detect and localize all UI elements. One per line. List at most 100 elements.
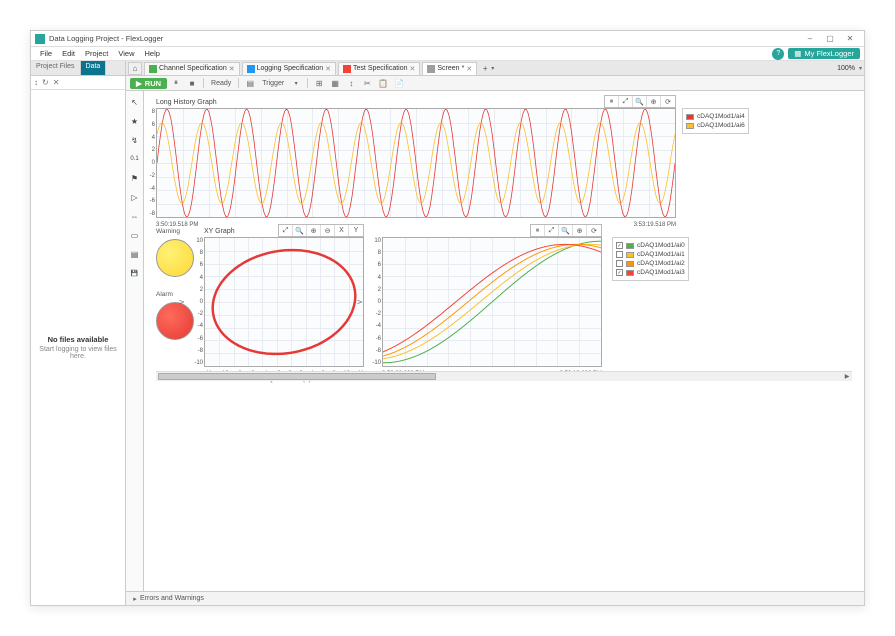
toolbar-btn-1[interactable]: ▤: [243, 77, 257, 89]
chart3-legend: ✓cDAQ1Mod1/ai0cDAQ1Mod1/ai1cDAQ1Mod1/ai2…: [612, 237, 689, 281]
my-flexlogger-button[interactable]: ▦ My FlexLogger: [788, 48, 860, 59]
chart1-title: Long History Graph: [156, 99, 852, 106]
legend-item[interactable]: cDAQ1Mod1/ai6: [686, 121, 745, 130]
zoom-dropdown-icon[interactable]: ▾: [859, 65, 862, 72]
axis-tick: -6: [376, 336, 381, 342]
toolbar-btn-b[interactable]: ▦: [328, 77, 342, 89]
channel-spec-icon: [149, 65, 157, 73]
legend-checkbox[interactable]: [616, 260, 623, 267]
chart1-x-start: 3:50:19.518 PM: [156, 222, 198, 228]
errors-warnings-label[interactable]: Errors and Warnings: [140, 595, 204, 602]
maximize-button[interactable]: ▢: [820, 32, 840, 46]
chart3-toolbar-btn-3[interactable]: ⊕: [573, 225, 587, 236]
toolbar-btn-f[interactable]: 📄: [392, 77, 406, 89]
add-tab-button[interactable]: +: [479, 64, 491, 73]
minimize-button[interactable]: –: [800, 32, 820, 46]
axis-tick: 8: [378, 250, 381, 256]
chart2-toolbar-btn-0[interactable]: ⤢: [279, 225, 293, 236]
cursor-tool[interactable]: ↖: [128, 95, 142, 109]
chart2-toolbar-btn-2[interactable]: ⊕: [307, 225, 321, 236]
chart1-toolbar-btn-2[interactable]: 🔍: [633, 96, 647, 107]
tab-dropdown-icon[interactable]: ▾: [491, 65, 494, 72]
close-icon[interactable]: ✕: [325, 65, 331, 73]
play-icon: ▶: [136, 79, 142, 88]
axis-tick: -6: [198, 336, 203, 342]
play-tool[interactable]: ▷: [128, 190, 142, 204]
chart3-plot[interactable]: 1086420-2-4-6-8-10 V: [382, 237, 602, 367]
sort-icon[interactable]: ↕: [34, 78, 38, 87]
axis-tick: 6: [152, 122, 155, 128]
toolbar-btn-e[interactable]: 📋: [376, 77, 390, 89]
home-tab-button[interactable]: ⌂: [128, 62, 142, 75]
close-button[interactable]: ✕: [840, 32, 860, 46]
zoom-level[interactable]: 100%: [833, 65, 859, 72]
chart3-toolbar-btn-4[interactable]: ⟳: [587, 225, 601, 236]
legend-item[interactable]: cDAQ1Mod1/ai4: [686, 112, 745, 121]
close-icon[interactable]: ✕: [466, 65, 472, 73]
chart1-toolbar-btn-0[interactable]: ⏸: [605, 96, 619, 107]
pause-button[interactable]: ⏸: [169, 77, 183, 89]
refresh-icon[interactable]: ↻: [42, 78, 49, 87]
close-icon[interactable]: ✕: [229, 65, 235, 73]
tab-channel-spec[interactable]: Channel Specification ✕: [144, 62, 240, 75]
run-button[interactable]: ▶ RUN: [130, 78, 167, 89]
expand-errors-icon[interactable]: ▸: [130, 595, 140, 603]
chart2-plot[interactable]: 1086420-2-4-6-8-10 V: [204, 237, 364, 367]
container-tool[interactable]: ▭: [128, 228, 142, 242]
trigger-label: Trigger: [259, 80, 287, 87]
legend-item[interactable]: cDAQ1Mod1/ai1: [616, 250, 685, 259]
stop-button[interactable]: ■: [185, 77, 199, 89]
menu-view[interactable]: View: [113, 49, 139, 58]
legend-checkbox[interactable]: ✓: [616, 242, 623, 249]
legend-item[interactable]: ✓cDAQ1Mod1/ai3: [616, 268, 685, 277]
toolbar-btn-d[interactable]: ✂: [360, 77, 374, 89]
flag-tool[interactable]: ⚑: [128, 171, 142, 185]
save-tool[interactable]: 💾: [128, 266, 142, 280]
trigger-dropdown[interactable]: ▾: [289, 77, 303, 89]
toolbar-btn-c[interactable]: ↕: [344, 77, 358, 89]
legend-item[interactable]: cDAQ1Mod1/ai2: [616, 259, 685, 268]
menu-help[interactable]: Help: [140, 49, 165, 58]
delete-icon[interactable]: ✕: [53, 78, 60, 87]
tab-screen-label: Screen: [437, 65, 459, 72]
chart1-plot[interactable]: 86420-2-4-6-8 V: [156, 108, 676, 218]
axis-tick: -8: [150, 211, 155, 217]
legend-checkbox[interactable]: [616, 251, 623, 258]
horizontal-scrollbar[interactable]: ◀ ▶: [156, 371, 852, 381]
chart2-toolbar-btn-1[interactable]: 🔍: [293, 225, 307, 236]
menu-project[interactable]: Project: [80, 49, 113, 58]
chart3-toolbar-btn-0[interactable]: ⏸: [531, 225, 545, 236]
tab-test-spec[interactable]: Test Specification ✕: [338, 62, 420, 75]
close-icon[interactable]: ✕: [410, 65, 416, 73]
numeric-tool[interactable]: 0.1: [128, 152, 142, 166]
menu-edit[interactable]: Edit: [57, 49, 80, 58]
scrollbar-thumb[interactable]: [158, 373, 436, 380]
chart3-toolbar-btn-1[interactable]: ⤢: [545, 225, 559, 236]
chart1-x-end: 3:53:19.518 PM: [634, 222, 676, 228]
chart1-toolbar-btn-1[interactable]: ⤢: [619, 96, 633, 107]
legend-swatch: [626, 252, 634, 258]
chart2-toolbar-btn-3[interactable]: ⊖: [321, 225, 335, 236]
axis-tick: -8: [198, 348, 203, 354]
help-icon[interactable]: ?: [772, 48, 784, 60]
chart3-toolbar-btn-2[interactable]: 🔍: [559, 225, 573, 236]
scroll-right-icon[interactable]: ▶: [842, 372, 852, 381]
line-chart-tool[interactable]: ↯: [128, 133, 142, 147]
tab-data[interactable]: Data: [81, 61, 107, 75]
chart2-toolbar-btn-4[interactable]: X: [335, 225, 349, 236]
menu-file[interactable]: File: [35, 49, 57, 58]
legend-item[interactable]: ✓cDAQ1Mod1/ai0: [616, 241, 685, 250]
legend-checkbox[interactable]: ✓: [616, 269, 623, 276]
tab-project-files[interactable]: Project Files: [31, 61, 81, 75]
chart1-toolbar-btn-3[interactable]: ⊕: [647, 96, 661, 107]
tab-logging-spec[interactable]: Logging Specification ✕: [242, 62, 336, 75]
slider-tool[interactable]: ⇔: [128, 209, 142, 223]
toolbar-btn-a[interactable]: ⊞: [312, 77, 326, 89]
star-tool[interactable]: ★: [128, 114, 142, 128]
chart2-toolbar-btn-5[interactable]: Y: [349, 225, 363, 236]
tab-channel-spec-label: Channel Specification: [159, 65, 227, 72]
legend-swatch: [626, 243, 634, 249]
tab-screen[interactable]: Screen * ✕: [422, 62, 477, 75]
schedule-tool[interactable]: ▤: [128, 247, 142, 261]
chart1-toolbar-btn-4[interactable]: ⟳: [661, 96, 675, 107]
